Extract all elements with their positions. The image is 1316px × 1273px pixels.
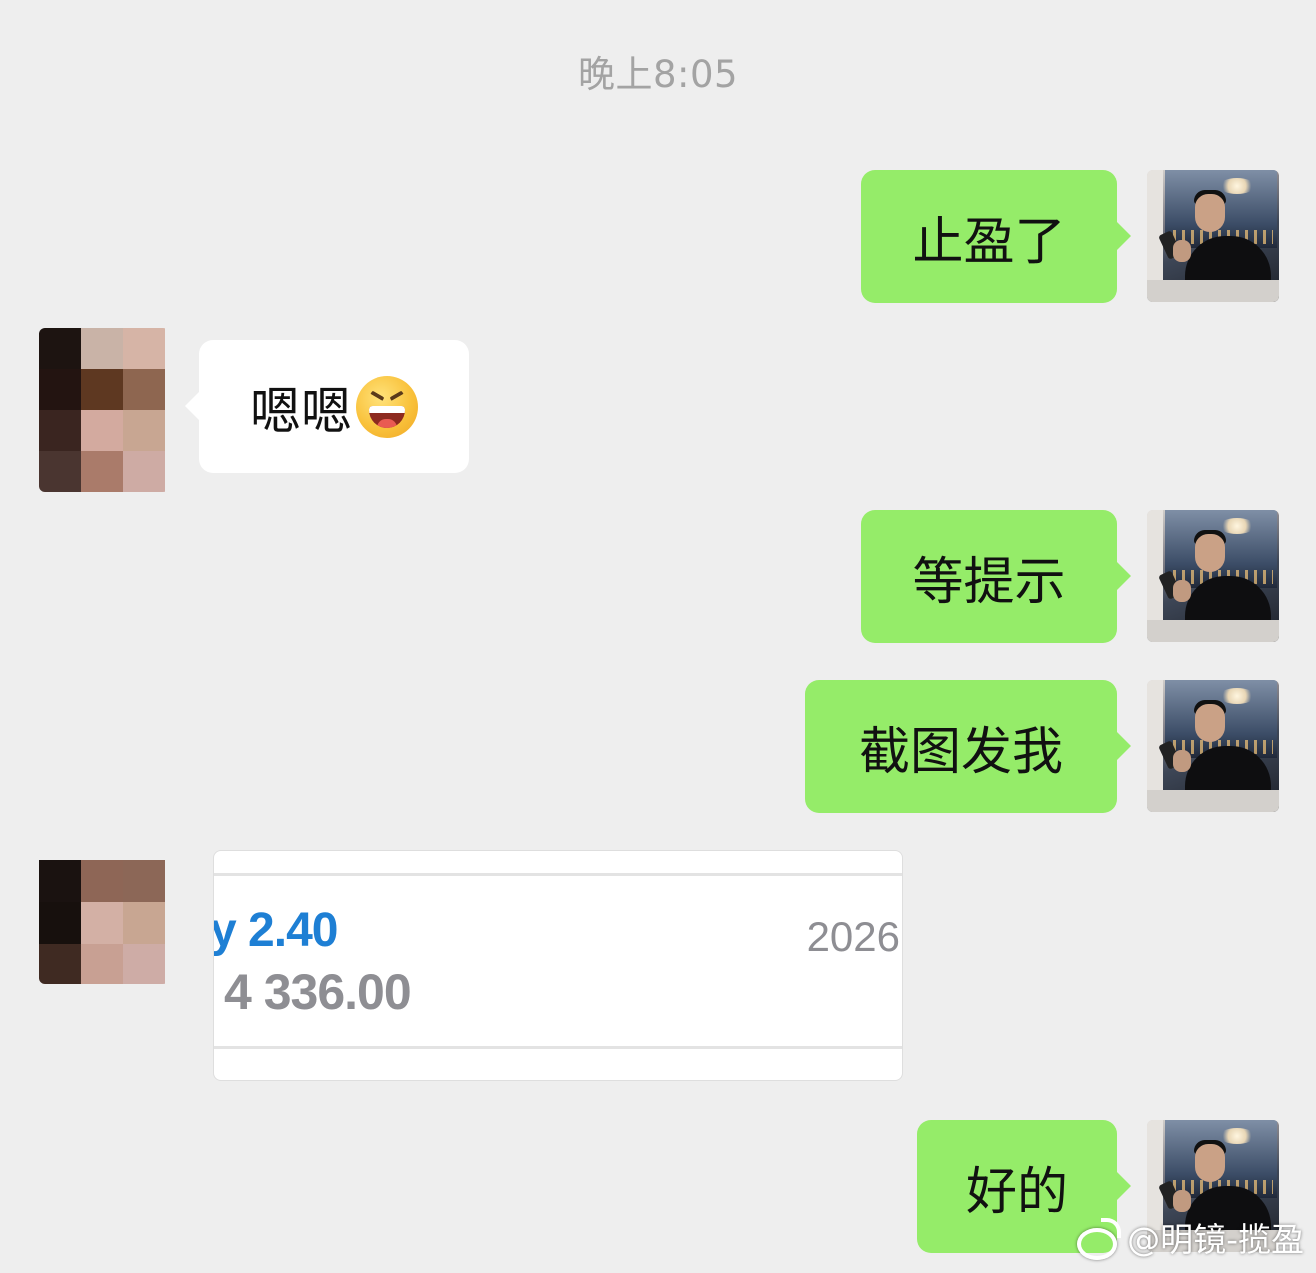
my-avatar[interactable] (1147, 510, 1279, 642)
trade-price-text: 4 336.00 (224, 964, 412, 1020)
message-bubble-received[interactable]: 嗯嗯 (185, 340, 469, 473)
contact-avatar[interactable] (39, 328, 169, 492)
watermark: @明镜-揽盈 (1073, 1213, 1304, 1261)
trade-year-text: 2026 (806, 913, 900, 960)
weibo-icon (1073, 1218, 1122, 1260)
chat-timestamp: 晚上8:05 (577, 53, 739, 96)
watermark-text: @明镜-揽盈 (1127, 1220, 1304, 1259)
message-text: 截图发我 (858, 722, 1063, 782)
message-text: 好的 (965, 1162, 1068, 1222)
trade-lot-text: y 2.40 (213, 904, 338, 957)
trade-screenshot-image[interactable]: y 2.40 2026 4 336.00 (213, 850, 903, 1081)
divider (214, 1046, 902, 1049)
divider (214, 873, 902, 876)
message-text: 等提示 (912, 552, 1066, 612)
message-bubble-sent[interactable]: 止盈了 (861, 170, 1131, 303)
message-text: 止盈了 (912, 212, 1066, 272)
message-text: 嗯嗯 (249, 382, 352, 442)
my-avatar[interactable] (1147, 680, 1279, 812)
my-avatar[interactable] (1147, 170, 1279, 302)
message-bubble-sent[interactable]: 等提示 (861, 510, 1131, 643)
contact-avatar[interactable] (39, 852, 169, 984)
laughing-emoji-icon (356, 375, 418, 438)
message-bubble-sent[interactable]: 截图发我 (805, 680, 1131, 813)
